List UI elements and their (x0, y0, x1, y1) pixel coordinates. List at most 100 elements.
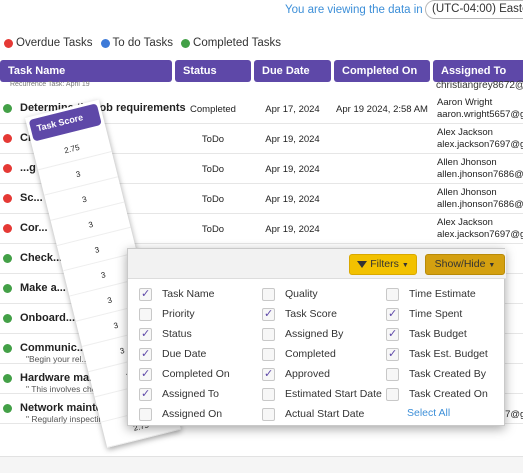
checkbox[interactable] (139, 347, 152, 361)
checkbox[interactable] (139, 408, 152, 421)
assignee-email: allen.jhonson7686@gm (437, 199, 523, 210)
checkbox[interactable] (262, 307, 275, 321)
task-completed-on: Apr 19 2024, 2:58 AM (336, 104, 428, 115)
task-assignee: Allen Jhonsonallen.jhonson7686@gm (437, 157, 523, 181)
assignee-email: aaron.wright5657@gm (437, 109, 523, 120)
status-dot-icon (3, 194, 12, 203)
task-due-date: Apr 17, 2024 (265, 104, 320, 115)
timezone-select[interactable]: (UTC-04:00) Eastern (425, 0, 523, 19)
status-dot-icon (3, 104, 12, 113)
column-toggle-label: Time Estimate (409, 288, 476, 300)
checkbox[interactable] (262, 388, 275, 401)
checkbox[interactable] (386, 368, 399, 381)
todo-dot-icon (100, 38, 110, 48)
column-toggle-label: Assigned On (162, 408, 223, 420)
task-status: ToDo (201, 224, 225, 235)
status-dot-icon (3, 134, 12, 143)
task-assignee: Aaron Wrightaaron.wright5657@gm (437, 97, 523, 121)
checkbox[interactable] (139, 308, 152, 321)
checkbox[interactable] (139, 387, 152, 401)
status-dot-icon (3, 164, 12, 173)
status-dot-icon (3, 374, 12, 383)
column-toggle-label: Due Date (162, 348, 207, 360)
checkbox[interactable] (386, 388, 399, 401)
task-assignee: Alex Jacksonalex.jackson7697@gm (437, 217, 523, 241)
column-header-task-name[interactable]: Task Name (0, 60, 172, 82)
column-toggle-label: Completed On (162, 368, 230, 380)
column-toggle-label: Approved (285, 368, 330, 380)
column-toggle-label: Quality (285, 288, 318, 300)
column-toggle-label: Status (162, 328, 192, 340)
checkbox[interactable] (139, 367, 152, 381)
checkbox[interactable] (386, 307, 399, 321)
task-assignee: Allen Jhonsonallen.jhonson7686@gm (437, 187, 523, 211)
task-name[interactable]: Communic... (20, 342, 86, 354)
column-toggle-label: Task Score (285, 308, 337, 320)
task-assignee: Alex Jacksonalex.jackson7697@gm (437, 127, 523, 151)
checkbox[interactable] (262, 288, 275, 301)
task-name[interactable]: ...g (20, 162, 36, 174)
assignee-email: christiangrey8672@gmail (436, 80, 523, 91)
task-name[interactable]: Check... (20, 252, 62, 264)
column-toggle-label: Task Est. Budget (409, 348, 488, 360)
task-status: ToDo (201, 194, 225, 205)
status-dot-icon (3, 314, 12, 323)
task-name[interactable]: Cor... (20, 222, 48, 234)
recurrence-note: Recurrence Task: April 19 (10, 81, 90, 88)
task-note: "Begin your rel... (26, 354, 89, 364)
assignee-email: alex.jackson7697@gm (437, 139, 523, 150)
column-toggle-label: Task Created On (409, 388, 488, 400)
timezone-note: You are viewing the data in (285, 4, 423, 16)
legend-overdue: Overdue Tasks (4, 37, 93, 49)
checkbox[interactable] (262, 328, 275, 341)
caret-down-icon: ▼ (401, 262, 409, 269)
assignee-email: allen.jhonson7686@gm (437, 169, 523, 180)
filters-button[interactable]: Filters ▼ (349, 254, 417, 275)
column-chooser-popup: Filters▼ Show/Hide▼ Task Name Quality Time… (127, 248, 506, 426)
popup-toolbar: Filters ▼ Show/Hide ▼ (128, 249, 506, 279)
checkbox[interactable] (386, 327, 399, 341)
task-name[interactable]: Sc... (20, 192, 43, 204)
show-hide-button[interactable]: Show/Hide ▼ (425, 254, 505, 275)
column-toggle-label: Task Name (162, 288, 215, 300)
status-dot-icon (3, 254, 12, 263)
checkbox[interactable] (139, 287, 152, 301)
task-name[interactable]: Make a... (20, 282, 66, 294)
checkbox[interactable] (386, 288, 399, 301)
legend-todo: To do Tasks (100, 37, 174, 49)
status-dot-icon (3, 344, 12, 353)
task-name[interactable]: Onboard... (20, 312, 75, 324)
task-status: Completed (190, 104, 236, 115)
checkbox[interactable] (262, 408, 275, 421)
select-all-link[interactable]: Select All (407, 407, 450, 419)
column-toggle-label: Assigned By (285, 328, 344, 340)
grid-footer (0, 456, 523, 473)
column-header-due-date[interactable]: Due Date (254, 60, 331, 82)
task-due-date: Apr 19, 2024 (265, 164, 320, 175)
checkbox[interactable] (139, 327, 152, 341)
column-header-assigned-to[interactable]: Assigned To (433, 60, 523, 82)
assignee-email: alex.jackson7697@gm (437, 229, 523, 240)
column-header-completed-on[interactable]: Completed On (334, 60, 430, 82)
checkbox[interactable] (386, 347, 399, 361)
task-name[interactable]: Hardware ma... (20, 372, 98, 384)
task-due-date: Apr 19, 2024 (265, 134, 320, 145)
timezone-bar: You are viewing the data in (UTC-04:00) … (0, 0, 523, 24)
column-header-status[interactable]: Status (175, 60, 251, 82)
legend-overdue-label: Overdue Tasks (16, 37, 93, 49)
status-legend: Overdue Tasks To do Tasks Completed Task… (4, 37, 281, 49)
legend-todo-label: To do Tasks (112, 37, 174, 49)
column-toggle-label: Actual Start Date (285, 408, 365, 420)
column-toggle-label: Task Budget (409, 328, 467, 340)
task-note: " Regularly inspectin... (26, 414, 111, 424)
legend-completed: Completed Tasks (181, 37, 281, 49)
checkbox[interactable] (262, 348, 275, 361)
legend-completed-label: Completed Tasks (193, 37, 282, 49)
column-toggle-label: Task Created By (409, 368, 487, 380)
column-toggle-label: Priority (162, 308, 195, 320)
checkbox[interactable] (262, 367, 275, 381)
completed-dot-icon (181, 38, 191, 48)
overdue-dot-icon (4, 38, 13, 48)
task-due-date: Apr 19, 2024 (265, 224, 320, 235)
task-status: ToDo (201, 134, 225, 145)
